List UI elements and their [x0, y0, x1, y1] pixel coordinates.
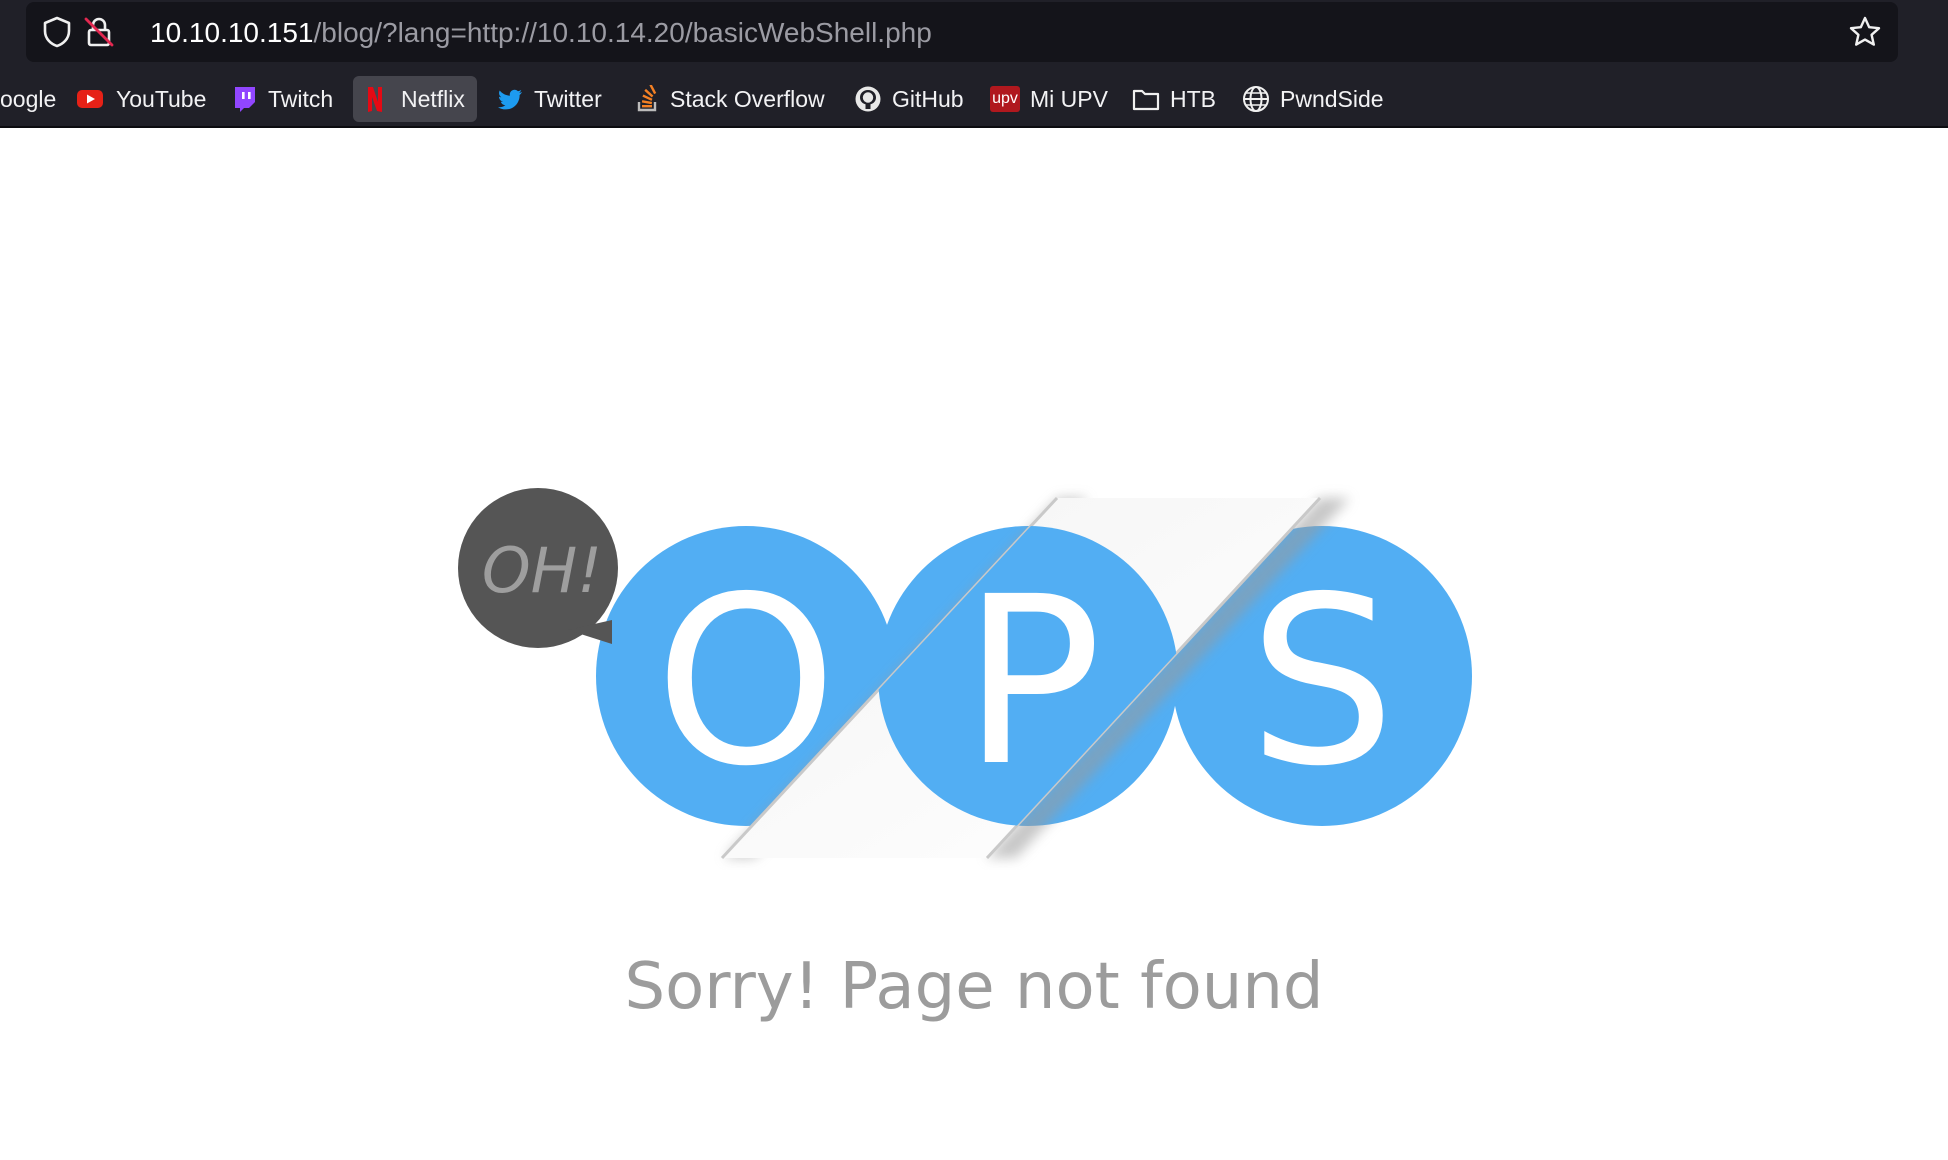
bookmark-label: Twitch [268, 86, 334, 112]
bookmark-folder-htb[interactable]: HTB [1130, 76, 1218, 122]
browser-toolbar: 10.10.10.151/blog/?lang=http://10.10.14.… [0, 0, 1948, 128]
github-icon [855, 86, 881, 112]
error-message: Sorry! Page not found [624, 950, 1324, 1024]
insecure-lock-icon[interactable] [82, 15, 116, 49]
ops-illustration: O P S OH! [458, 488, 1472, 860]
bookmark-twitter[interactable]: Twitter [494, 76, 614, 122]
bookmark-label: GitHub [892, 86, 964, 112]
bookmark-github[interactable]: GitHub [852, 76, 968, 122]
bookmark-google[interactable]: oogle [0, 76, 58, 122]
folder-icon [1132, 89, 1160, 111]
bookmark-mi-upv[interactable]: upv Mi UPV [988, 76, 1108, 122]
twitter-icon [498, 89, 522, 110]
bookmark-label: Twitter [534, 86, 602, 112]
url-path: /blog/?lang=http://10.10.14.20/basicWebS… [313, 17, 932, 48]
url-text[interactable]: 10.10.10.151/blog/?lang=http://10.10.14.… [150, 2, 932, 62]
youtube-icon [77, 90, 103, 108]
upv-icon: upv [990, 86, 1020, 112]
bookmark-label: YouTube [116, 86, 207, 112]
bookmark-netflix[interactable]: Netflix [353, 76, 477, 122]
address-bar[interactable]: 10.10.10.151/blog/?lang=http://10.10.14.… [26, 2, 1898, 62]
letter-p: P [962, 547, 1102, 817]
bookmark-label: Netflix [401, 86, 465, 112]
bookmark-youtube[interactable]: YouTube [72, 76, 212, 122]
speech-bubble: OH! [458, 488, 618, 648]
letter-o: O [655, 547, 838, 817]
letter-s: S [1248, 547, 1395, 817]
stackoverflow-icon [637, 85, 657, 112]
twitch-icon [235, 87, 255, 112]
bookmark-twitch[interactable]: Twitch [226, 76, 344, 122]
bookmark-pwndside[interactable]: PwndSide [1240, 76, 1390, 122]
bookmark-label: Stack Overflow [670, 86, 825, 112]
bookmark-label: oogle [0, 86, 57, 112]
globe-icon [1243, 86, 1269, 112]
star-icon[interactable] [1848, 15, 1882, 49]
shield-icon[interactable] [40, 15, 74, 49]
bookmark-label: HTB [1170, 86, 1216, 112]
bubble-text: OH! [482, 534, 602, 607]
bookmark-stackoverflow[interactable]: Stack Overflow [632, 76, 832, 122]
url-host: 10.10.10.151 [150, 17, 314, 48]
netflix-icon [368, 87, 382, 112]
bookmarks-toolbar: oogle YouTube Twitch Netflix Twitter Sta… [0, 74, 1948, 126]
bookmark-label: Mi UPV [1030, 86, 1108, 112]
bookmark-label: PwndSide [1280, 86, 1384, 112]
